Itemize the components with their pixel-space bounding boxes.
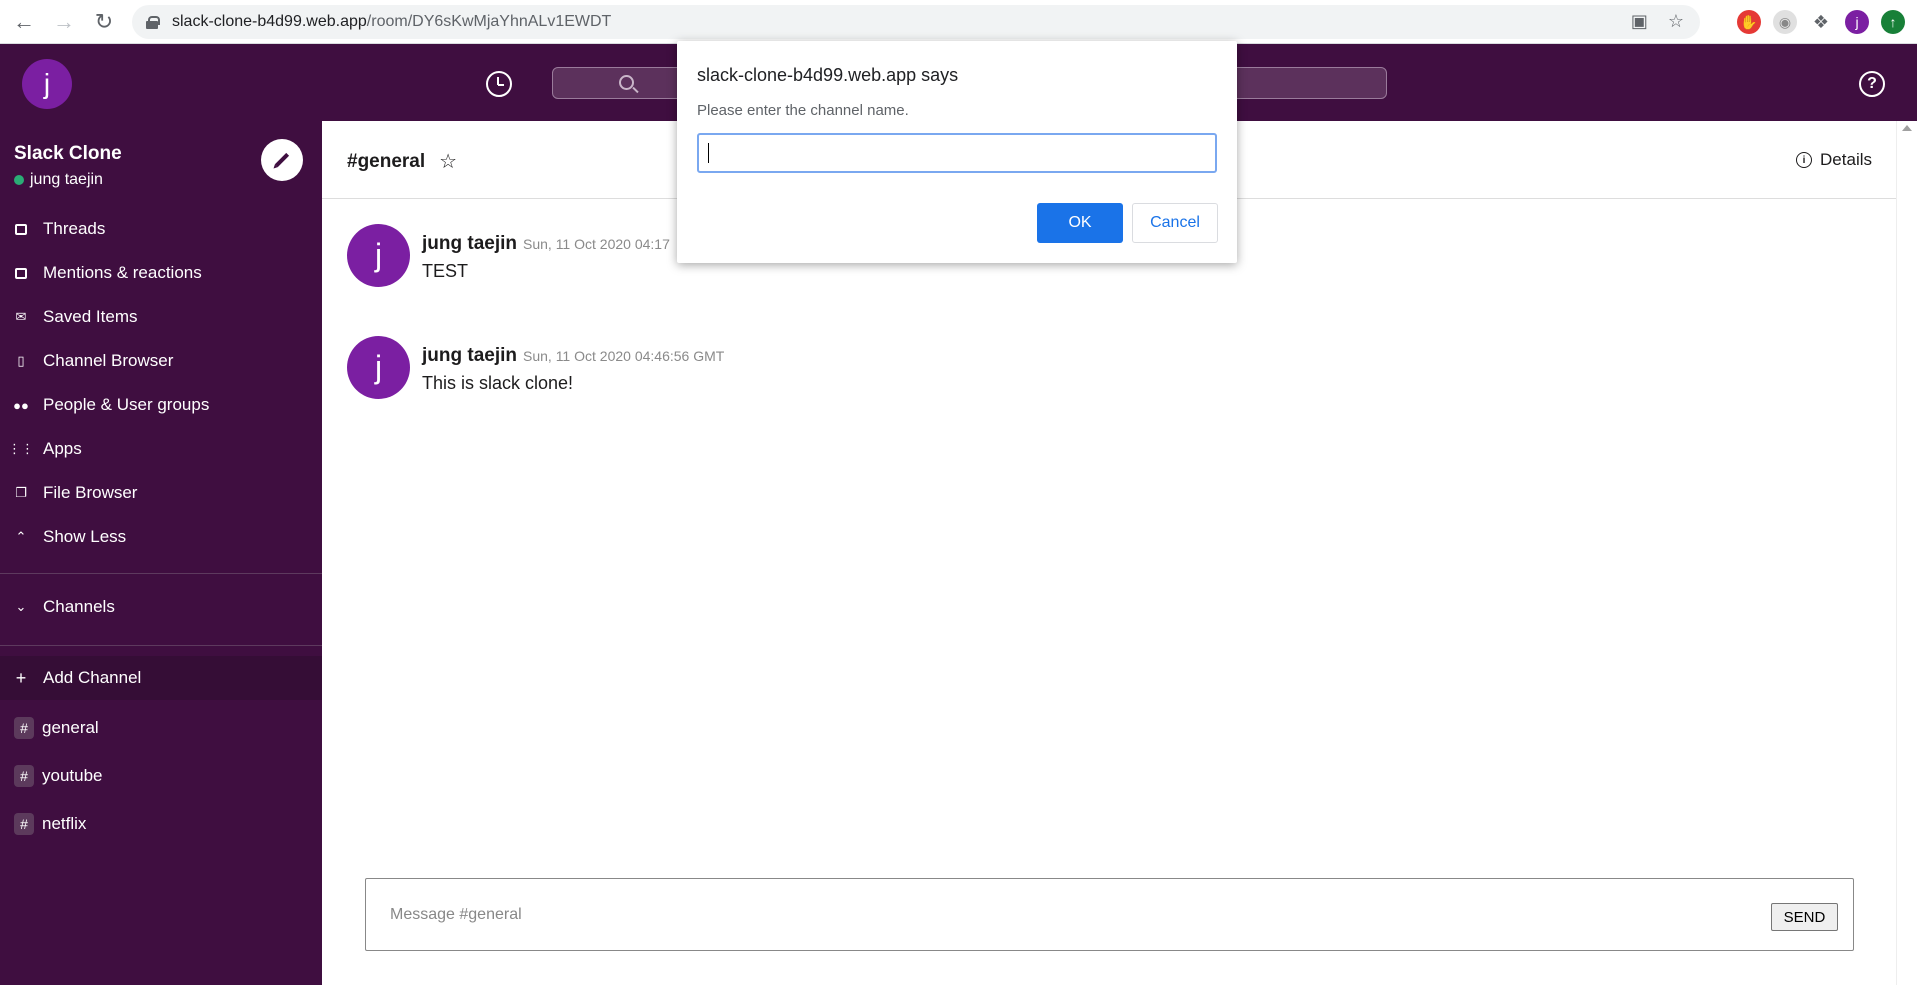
extension-icon[interactable]: ◉: [1773, 10, 1797, 34]
sidebar-nav: Threads Mentions & reactions ✉ Saved Ite…: [0, 207, 322, 559]
sidebar-item-label: Threads: [43, 219, 106, 238]
drafts-icon: ✉: [15, 309, 27, 324]
channel-name: youtube: [42, 766, 103, 785]
add-channel-label: Add Channel: [43, 668, 142, 687]
workspace-name: Slack Clone: [14, 143, 122, 164]
sidebar-item-label: Channel Browser: [43, 351, 174, 370]
update-icon[interactable]: ↑: [1881, 10, 1905, 34]
add-channel-button[interactable]: + Add Channel: [0, 656, 322, 700]
channel-title: #general ☆: [347, 149, 457, 174]
hash-icon: #: [14, 765, 34, 787]
message-author: jung taejin: [422, 233, 517, 254]
text-caret: [708, 143, 709, 163]
sidebar-item-channel-general[interactable]: # general: [0, 704, 322, 752]
sidebar-item-channel-youtube[interactable]: # youtube: [0, 752, 322, 800]
sidebar-item-threads[interactable]: Threads: [0, 207, 322, 251]
people-icon: ●●: [13, 397, 29, 413]
prompt-dialog: slack-clone-b4d99.web.app says Please en…: [677, 41, 1237, 263]
message-text: TEST: [422, 261, 469, 281]
sidebar-item-label: Mentions & reactions: [43, 263, 202, 282]
channel-name: general: [42, 718, 99, 737]
sidebar-item-file-browser[interactable]: ❐ File Browser: [0, 471, 322, 515]
message: j jung taejin Sun, 11 Oct 2020 04:46:56 G…: [347, 336, 724, 399]
puzzle-extensions-icon[interactable]: ❖: [1809, 10, 1833, 34]
hash-icon: #: [14, 717, 34, 739]
sidebar-item-mentions[interactable]: Mentions & reactions: [0, 251, 322, 295]
address-bar[interactable]: slack-clone-b4d99.web.app/room/DY6sKwMja…: [132, 5, 1700, 39]
sidebar: Slack Clone jung taejin Threads Mentions…: [0, 121, 322, 985]
message-timestamp: Sun, 11 Oct 2020 04:17: [523, 236, 670, 252]
message-input[interactable]: [390, 903, 1690, 927]
expand-less-icon: ⌃: [15, 529, 27, 544]
scrollbar[interactable]: [1896, 121, 1917, 985]
history-icon[interactable]: [486, 71, 512, 97]
user-avatar[interactable]: j: [22, 59, 72, 109]
workspace-info: Slack Clone jung taejin: [14, 143, 122, 189]
channel-list: # general # youtube # netflix: [0, 704, 322, 848]
sidebar-item-apps[interactable]: ⋮⋮ Apps: [0, 427, 322, 471]
dialog-message: Please enter the channel name.: [697, 102, 909, 119]
translate-icon[interactable]: ▣: [1631, 11, 1648, 32]
dialog-title: slack-clone-b4d99.web.app says: [697, 65, 959, 85]
bookmark-icon: ▯: [17, 353, 25, 368]
sidebar-item-label: File Browser: [43, 483, 138, 502]
url-host: slack-clone-b4d99.web.app: [172, 13, 367, 30]
message-composer: SEND: [365, 878, 1854, 951]
ok-button[interactable]: OK: [1037, 203, 1123, 243]
sidebar-item-people[interactable]: ●● People & User groups: [0, 383, 322, 427]
threads-icon: [14, 222, 28, 236]
avatar[interactable]: j: [347, 336, 410, 399]
details-label: Details: [1820, 150, 1872, 169]
cancel-button[interactable]: Cancel: [1132, 203, 1218, 243]
sidebar-item-channel-browser[interactable]: ▯ Channel Browser: [0, 339, 322, 383]
current-user: jung taejin: [14, 171, 122, 189]
online-status-icon: [14, 175, 24, 185]
forward-icon[interactable]: →: [44, 2, 84, 42]
hash-icon: #: [14, 813, 34, 835]
sidebar-item-saved-items[interactable]: ✉ Saved Items: [0, 295, 322, 339]
back-icon[interactable]: ←: [4, 2, 44, 42]
info-icon: i: [1796, 152, 1813, 168]
sidebar-item-label: Show Less: [43, 527, 127, 546]
search-icon: [619, 75, 634, 90]
sidebar-item-label: Saved Items: [43, 307, 138, 326]
channel-name: netflix: [42, 814, 87, 833]
url-path: /room/DY6sKwMjaYhnALv1EWDT: [366, 13, 612, 30]
channel-name-input[interactable]: [697, 133, 1217, 173]
avatar[interactable]: j: [347, 224, 410, 287]
help-icon[interactable]: ?: [1859, 71, 1885, 97]
channels-toggle[interactable]: ⌄ Channels: [0, 585, 322, 629]
message: j jung taejin Sun, 11 Oct 2020 04:17 TEST: [347, 224, 670, 287]
expand-more-icon: ⌄: [15, 599, 27, 614]
current-user-name: jung taejin: [30, 171, 103, 188]
compose-button[interactable]: [261, 139, 303, 181]
sidebar-item-label: People & User groups: [43, 395, 210, 414]
file-copy-icon: ❐: [15, 485, 27, 500]
sidebar-item-label: Apps: [43, 439, 82, 458]
apps-icon: ⋮⋮: [8, 441, 34, 456]
reload-icon[interactable]: ↻: [84, 2, 124, 42]
browser-toolbar: ← → ↻ slack-clone-b4d99.web.app/room/DY6…: [0, 0, 1917, 44]
message-author: jung taejin: [422, 345, 517, 366]
message-text: This is slack clone!: [422, 373, 574, 393]
sidebar-item-channel-netflix[interactable]: # netflix: [0, 800, 322, 848]
details-button[interactable]: i Details: [1796, 150, 1872, 170]
divider: [0, 645, 322, 646]
star-icon[interactable]: ☆: [439, 149, 457, 174]
sidebar-item-show-less[interactable]: ⌃ Show Less: [0, 515, 322, 559]
channel-title-text: #general: [347, 150, 426, 172]
edit-icon: [274, 152, 290, 168]
bookmark-star-icon[interactable]: ☆: [1668, 11, 1684, 32]
scroll-up-arrow-icon[interactable]: [1902, 125, 1912, 131]
adblock-extension-icon[interactable]: ✋: [1737, 10, 1761, 34]
inbox-icon: [14, 266, 28, 280]
add-icon: +: [15, 667, 27, 688]
lock-icon[interactable]: [146, 16, 160, 29]
message-timestamp: Sun, 11 Oct 2020 04:46:56 GMT: [523, 348, 725, 364]
profile-avatar[interactable]: j: [1845, 10, 1869, 34]
divider: [0, 573, 322, 574]
send-button[interactable]: SEND: [1771, 903, 1838, 931]
channels-label: Channels: [43, 597, 115, 616]
